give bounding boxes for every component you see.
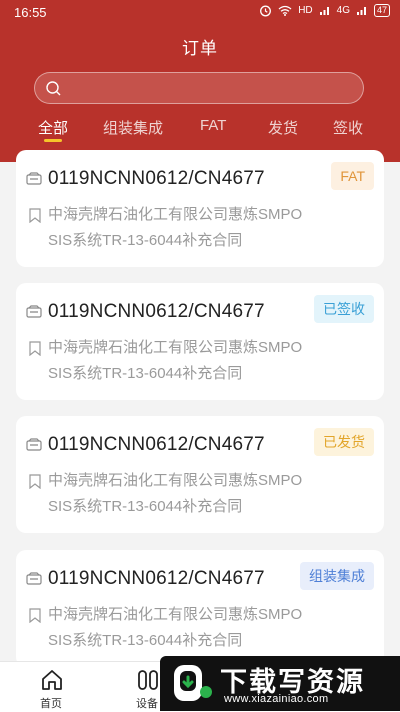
contract-line-1: 中海壳牌石油化工有限公司惠炼SMPO (48, 606, 303, 623)
order-icon (26, 172, 42, 185)
order-number: 0119NCNN0612/CN4677 (48, 301, 265, 322)
device-icon (138, 670, 158, 690)
alarm-icon (260, 5, 272, 17)
order-card[interactable]: 0119NCNN0612/CN4677 组装集成 中海壳牌石油化工有限公司惠炼S… (16, 550, 384, 667)
status-badge: 已签收 (314, 295, 374, 323)
tab-indicator (44, 139, 62, 142)
bookmark-icon (29, 608, 41, 623)
order-number: 0119NCNN0612/CN4677 (48, 168, 265, 189)
status-icons: HD 4G 47 (259, 4, 390, 17)
status-time: 16:55 (14, 5, 47, 20)
contract-line-2: SIS系统TR-13-6044补充合同 (48, 632, 243, 649)
contract-name: 中海壳牌石油化工有限公司惠炼SMPO SIS系统TR-13-6044补充合同 (48, 202, 348, 254)
page-title: 订单 (182, 39, 218, 58)
contract-line-2: SIS系统TR-13-6044补充合同 (48, 232, 243, 249)
status-badge: FAT (331, 162, 374, 190)
order-number: 0119NCNN0612/CN4677 (48, 568, 265, 589)
signal-icon-2 (356, 7, 366, 15)
bookmark-icon (29, 208, 41, 223)
contract-name: 中海壳牌石油化工有限公司惠炼SMPO SIS系统TR-13-6044补充合同 (48, 468, 348, 520)
network-type: HD (298, 5, 313, 16)
tab-bar: 全部 组装集成 FAT 发货 签收 (0, 117, 400, 147)
wifi-icon (278, 5, 292, 16)
signal-type: 4G (336, 5, 350, 16)
status-bar: 16:55 HD 4G 47 (0, 0, 400, 26)
search-icon (46, 81, 61, 96)
tab-all[interactable]: 全部 (38, 117, 68, 138)
order-card[interactable]: 0119NCNN0612/CN4677 FAT 中海壳牌石油化工有限公司惠炼SM… (16, 150, 384, 267)
order-number: 0119NCNN0612/CN4677 (48, 434, 265, 455)
contract-line-1: 中海壳牌石油化工有限公司惠炼SMPO (48, 472, 303, 489)
tab-signed[interactable]: 签收 (333, 117, 363, 138)
status-badge: 已发货 (314, 428, 374, 456)
tab-shipped[interactable]: 发货 (268, 117, 298, 138)
tab-fat[interactable]: FAT (200, 117, 226, 134)
watermark-logo (174, 665, 212, 701)
watermark-url: www.xiazainiao.com (224, 693, 329, 705)
contract-name: 中海壳牌石油化工有限公司惠炼SMPO SIS系统TR-13-6044补充合同 (48, 335, 348, 387)
order-card[interactable]: 0119NCNN0612/CN4677 已发货 中海壳牌石油化工有限公司惠炼SM… (16, 416, 384, 533)
signal-icon (319, 7, 329, 15)
nav-label: 首页 (40, 698, 62, 710)
order-icon (26, 438, 42, 451)
contract-name: 中海壳牌石油化工有限公司惠炼SMPO SIS系统TR-13-6044补充合同 (48, 602, 348, 654)
contract-line-1: 中海壳牌石油化工有限公司惠炼SMPO (48, 339, 303, 356)
home-icon (42, 670, 62, 690)
contract-line-2: SIS系统TR-13-6044补充合同 (48, 365, 243, 382)
contract-line-1: 中海壳牌石油化工有限公司惠炼SMPO (48, 206, 303, 223)
search-input[interactable] (69, 73, 353, 105)
tab-assembly[interactable]: 组装集成 (103, 117, 163, 138)
battery-icon: 47 (373, 4, 390, 17)
contract-line-2: SIS系统TR-13-6044补充合同 (48, 498, 243, 515)
header: 16:55 HD 4G 47 订单 全部 组装集成 FAT 发货 签收 (0, 0, 400, 162)
bookmark-icon (29, 474, 41, 489)
order-icon (26, 572, 42, 585)
bookmark-icon (29, 341, 41, 356)
order-icon (26, 305, 42, 318)
search-bar[interactable] (34, 72, 364, 105)
order-card[interactable]: 0119NCNN0612/CN4677 已签收 中海壳牌石油化工有限公司惠炼SM… (16, 283, 384, 400)
watermark: 下载写资源 www.xiazainiao.com (160, 656, 400, 711)
status-badge: 组装集成 (300, 562, 374, 590)
nav-item-home[interactable]: 首页 (21, 662, 81, 712)
